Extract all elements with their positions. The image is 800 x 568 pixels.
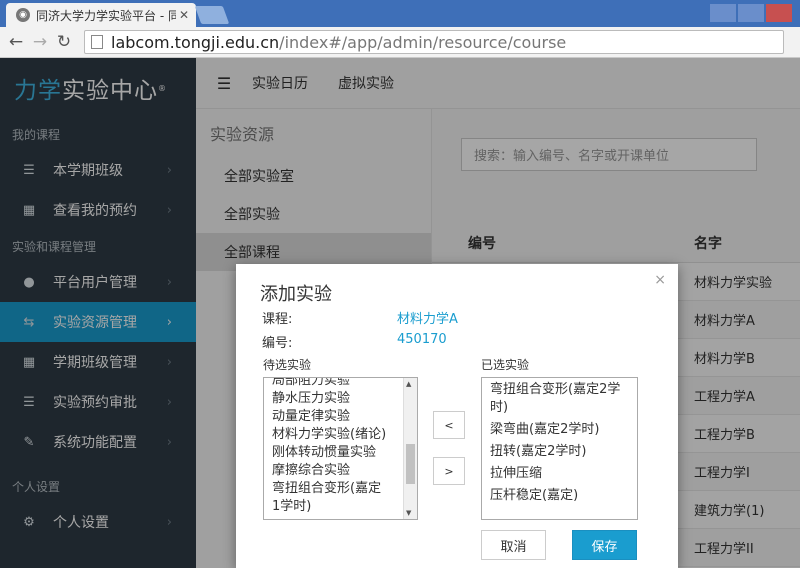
list-item[interactable]: 动量定律实验 <box>272 408 400 426</box>
list-item[interactable]: 1学时) <box>272 498 400 516</box>
new-tab-button[interactable] <box>194 6 230 24</box>
maximize-button[interactable] <box>738 4 764 22</box>
save-button[interactable]: 保存 <box>572 530 637 560</box>
scroll-up-icon[interactable]: ▲ <box>406 380 411 388</box>
list-item[interactable]: 刚体转动惯量实验 <box>272 444 400 462</box>
code-value: 450170 <box>397 332 447 347</box>
url-path: /index#/app/admin/resource/course <box>279 32 567 52</box>
reload-icon[interactable]: ↻ <box>52 32 76 52</box>
close-icon[interactable]: × <box>654 272 666 288</box>
list-item[interactable]: 摩擦综合实验 <box>272 462 400 480</box>
url-input[interactable]: labcom.tongji.edu.cn/index#/app/admin/re… <box>84 30 784 54</box>
window-close-button[interactable] <box>766 4 792 22</box>
course-label: 课程: <box>262 312 293 327</box>
move-left-button[interactable]: < <box>433 411 465 439</box>
cancel-button[interactable]: 取消 <box>481 530 546 560</box>
scroll-down-icon[interactable]: ▼ <box>406 509 411 517</box>
url-host: labcom.tongji.edu.cn <box>111 32 280 52</box>
list-item[interactable]: 拉伸压缩 <box>490 465 630 483</box>
tab-title: 同济大学力学实验平台 - 同 <box>36 8 176 23</box>
list-item[interactable]: 压杆稳定(嘉定) <box>490 487 630 505</box>
address-bar: ← → ↻ labcom.tongji.edu.cn/index#/app/ad… <box>0 27 800 58</box>
selected-experiments-list[interactable]: 弯扭组合变形(嘉定2学时) 梁弯曲(嘉定2学时) 扭转(嘉定2学时) 拉伸压缩 … <box>481 377 638 520</box>
list-item[interactable]: 材料力学实验(绪论) <box>272 426 400 444</box>
minimize-button[interactable] <box>710 4 736 22</box>
scroll-thumb[interactable] <box>406 444 415 484</box>
available-experiments-list[interactable]: 局部阻力实验 静水压力实验 动量定律实验 材料力学实验(绪论) 刚体转动惯量实验… <box>263 377 418 520</box>
code-label: 编号: <box>262 336 293 351</box>
list-item[interactable]: 静水压力实验 <box>272 390 400 408</box>
page-icon <box>91 35 103 49</box>
list-item[interactable]: 局部阻力实验 <box>272 378 400 390</box>
add-experiment-dialog: 添加实验 × 课程: 材料力学A 编号: 450170 待选实验 已选实验 局部… <box>236 264 678 568</box>
tab-close-icon[interactable]: ✕ <box>176 8 192 22</box>
course-value: 材料力学A <box>397 312 458 327</box>
dialog-title: 添加实验 <box>260 284 332 305</box>
list-item[interactable]: 弯扭组合变形(嘉定2学时) <box>490 381 630 417</box>
back-icon[interactable]: ← <box>4 32 28 52</box>
forward-icon[interactable]: → <box>28 32 52 52</box>
browser-tab-bar: ◉ 同济大学力学实验平台 - 同 ✕ <box>0 0 800 27</box>
site-favicon-icon: ◉ <box>16 8 30 22</box>
selected-label: 已选实验 <box>481 358 530 372</box>
available-label: 待选实验 <box>263 358 312 372</box>
list-item[interactable]: 弯扭组合变形(嘉定 <box>272 480 400 498</box>
browser-tab[interactable]: ◉ 同济大学力学实验平台 - 同 ✕ <box>6 3 196 27</box>
list-scrollbar[interactable]: ▲ ▼ <box>403 378 417 519</box>
list-item[interactable]: 梁弯曲(嘉定2学时) <box>490 421 630 439</box>
move-right-button[interactable]: > <box>433 457 465 485</box>
window-controls <box>710 4 792 22</box>
list-item[interactable]: 扭转(嘉定2学时) <box>490 443 630 461</box>
